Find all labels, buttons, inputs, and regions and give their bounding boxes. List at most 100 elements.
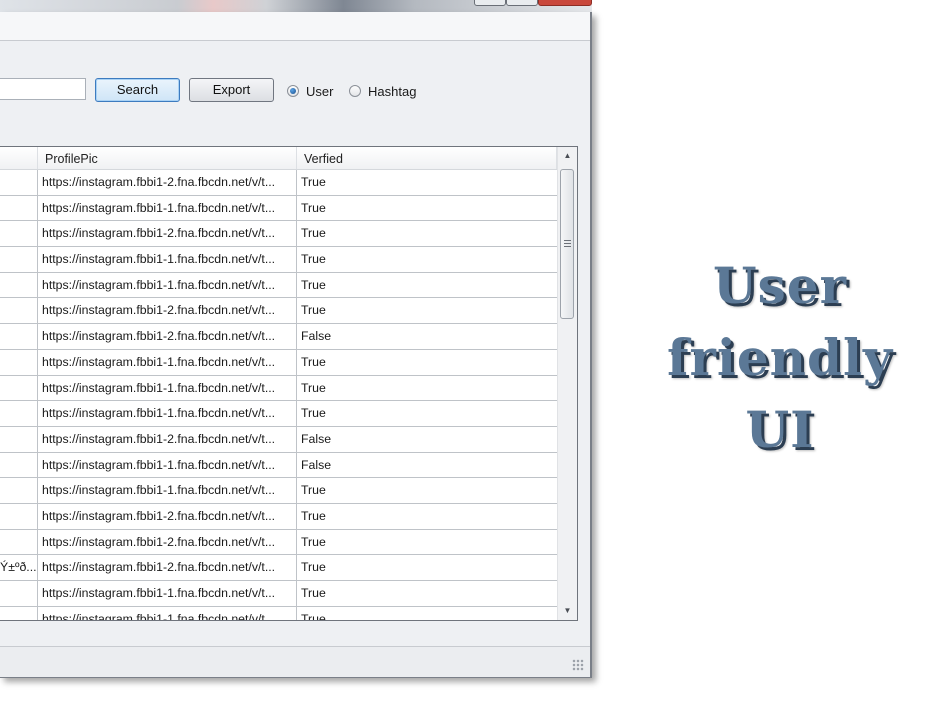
table-row[interactable]: https://instagram.fbbi1-1.fna.fbcdn.net/… xyxy=(0,247,557,273)
cell-profilepic[interactable]: https://instagram.fbbi1-1.fna.fbcdn.net/… xyxy=(38,478,297,503)
cell-profilepic[interactable]: https://instagram.fbbi1-2.fna.fbcdn.net/… xyxy=(38,426,297,452)
table-row[interactable]: https://instagram.fbbi1-1.fna.fbcdn.net/… xyxy=(0,581,557,607)
cell-profilepic[interactable]: https://instagram.fbbi1-1.fna.fbcdn.net/… xyxy=(38,452,297,478)
table-row[interactable]: https://instagram.fbbi1-1.fna.fbcdn.net/… xyxy=(0,452,557,479)
search-input[interactable] xyxy=(0,78,86,100)
table-row[interactable]: Ý±ºð... https://instagram.fbbi1-2.fna.fbc… xyxy=(0,555,557,581)
table-row[interactable]: https://instagram.fbbi1-2.fna.fbcdn.net/… xyxy=(0,170,557,196)
column-header-profilepic[interactable]: ProfilePic xyxy=(38,147,297,169)
cell-verified[interactable]: True xyxy=(297,196,557,221)
cell-profilepic[interactable]: https://instagram.fbbi1-1.fna.fbcdn.net/… xyxy=(38,247,297,272)
table-row[interactable]: https://instagram.fbbi1-2.fna.fbcdn.net/… xyxy=(0,298,557,325)
column-header-verified[interactable]: Verfied xyxy=(297,147,557,169)
cell-first[interactable] xyxy=(0,606,38,620)
cell-verified[interactable]: True xyxy=(297,401,557,426)
vertical-scrollbar[interactable]: ▲ ▼ xyxy=(557,147,577,620)
search-button[interactable]: Search xyxy=(95,78,180,102)
maximize-button[interactable] xyxy=(506,0,538,6)
cell-first[interactable] xyxy=(0,324,38,349)
cell-first[interactable] xyxy=(0,221,38,247)
table-row[interactable]: https://instagram.fbbi1-1.fna.fbcdn.net/… xyxy=(0,375,557,402)
cell-verified[interactable]: True xyxy=(297,376,557,401)
cell-first[interactable] xyxy=(0,272,38,298)
table-row[interactable]: https://instagram.fbbi1-1.fna.fbcdn.net/… xyxy=(0,272,557,299)
table-row[interactable]: https://instagram.fbbi1-2.fna.fbcdn.net/… xyxy=(0,426,557,453)
grid-rows: https://instagram.fbbi1-2.fna.fbcdn.net/… xyxy=(0,170,557,620)
results-grid[interactable]: ProfilePic Verfied https://instagram.fbb… xyxy=(0,146,578,621)
cell-profilepic[interactable]: https://instagram.fbbi1-1.fna.fbcdn.net/… xyxy=(38,375,297,401)
table-row[interactable]: https://instagram.fbbi1-2.fna.fbcdn.net/… xyxy=(0,503,557,530)
radio-hashtag[interactable] xyxy=(349,85,361,97)
column-header-first[interactable] xyxy=(0,147,38,169)
promo-line-2: friendly xyxy=(666,328,894,387)
cell-verified[interactable]: True xyxy=(297,350,557,375)
cell-profilepic[interactable]: https://instagram.fbbi1-2.fna.fbcdn.net/… xyxy=(38,298,297,324)
cell-first[interactable] xyxy=(0,298,38,324)
cell-first[interactable] xyxy=(0,375,38,401)
menu-bar xyxy=(0,12,590,41)
cell-profilepic[interactable]: https://instagram.fbbi1-1.fna.fbcdn.net/… xyxy=(38,195,297,221)
table-row[interactable]: https://instagram.fbbi1-1.fna.fbcdn.net/… xyxy=(0,195,557,222)
cell-profilepic[interactable]: https://instagram.fbbi1-2.fna.fbcdn.net/… xyxy=(38,503,297,529)
cell-verified[interactable]: True xyxy=(297,504,557,529)
table-row[interactable]: https://instagram.fbbi1-1.fna.fbcdn.net/… xyxy=(0,401,557,427)
cell-profilepic[interactable]: https://instagram.fbbi1-2.fna.fbcdn.net/… xyxy=(38,529,297,555)
radio-user[interactable] xyxy=(287,85,299,97)
promo-text: User friendly UI xyxy=(615,250,945,466)
cell-first[interactable]: Ý±ºð... xyxy=(0,555,38,580)
window-controls xyxy=(472,0,592,6)
minimize-button[interactable] xyxy=(474,0,506,6)
cell-verified[interactable]: True xyxy=(297,530,557,555)
cell-first[interactable] xyxy=(0,452,38,478)
radio-user-option[interactable]: User xyxy=(287,81,333,101)
cell-verified[interactable]: True xyxy=(297,298,557,323)
cell-first[interactable] xyxy=(0,581,38,606)
cell-first[interactable] xyxy=(0,401,38,426)
cell-verified[interactable]: True xyxy=(297,555,557,580)
cell-verified[interactable]: True xyxy=(297,273,557,298)
radio-hashtag-option[interactable]: Hashtag xyxy=(349,81,416,101)
table-row[interactable]: https://instagram.fbbi1-1.fna.fbcdn.net/… xyxy=(0,478,557,504)
export-button[interactable]: Export xyxy=(189,78,274,102)
cell-profilepic[interactable]: https://instagram.fbbi1-2.fna.fbcdn.net/… xyxy=(38,324,297,349)
cell-first[interactable] xyxy=(0,426,38,452)
scroll-down-arrow-icon[interactable]: ▼ xyxy=(558,602,577,620)
table-row[interactable]: https://instagram.fbbi1-2.fna.fbcdn.net/… xyxy=(0,529,557,556)
cell-verified[interactable]: True xyxy=(297,478,557,503)
cell-verified[interactable]: False xyxy=(297,453,557,478)
table-row[interactable]: https://instagram.fbbi1-1.fna.fbcdn.net/… xyxy=(0,349,557,376)
radio-user-label: User xyxy=(306,83,334,99)
window-titlebar xyxy=(0,0,592,12)
cell-verified[interactable]: True xyxy=(297,247,557,272)
cell-verified[interactable]: True xyxy=(297,581,557,606)
scroll-up-arrow-icon[interactable]: ▲ xyxy=(558,147,577,165)
cell-first[interactable] xyxy=(0,529,38,555)
table-row[interactable]: https://instagram.fbbi1-2.fna.fbcdn.net/… xyxy=(0,324,557,350)
cell-profilepic[interactable]: https://instagram.fbbi1-1.fna.fbcdn.net/… xyxy=(38,349,297,375)
cell-verified[interactable]: True xyxy=(297,607,557,620)
table-row[interactable]: https://instagram.fbbi1-2.fna.fbcdn.net/… xyxy=(0,221,557,248)
resize-grip-icon[interactable] xyxy=(572,659,584,671)
cell-first[interactable] xyxy=(0,349,38,375)
close-button[interactable] xyxy=(538,0,592,6)
cell-first[interactable] xyxy=(0,247,38,272)
cell-verified[interactable]: False xyxy=(297,324,557,349)
thumb-grip-icon xyxy=(564,240,571,247)
cell-profilepic[interactable]: https://instagram.fbbi1-2.fna.fbcdn.net/… xyxy=(38,170,297,195)
cell-first[interactable] xyxy=(0,195,38,221)
cell-verified[interactable]: True xyxy=(297,221,557,246)
cell-first[interactable] xyxy=(0,478,38,503)
cell-profilepic[interactable]: https://instagram.fbbi1-1.fna.fbcdn.net/… xyxy=(38,401,297,426)
grid-header: ProfilePic Verfied xyxy=(0,147,557,170)
table-row[interactable]: https://instagram.fbbi1-1.fna.fbcdn.net/… xyxy=(0,606,557,620)
cell-profilepic[interactable]: https://instagram.fbbi1-1.fna.fbcdn.net/… xyxy=(38,581,297,606)
cell-profilepic[interactable]: https://instagram.fbbi1-2.fna.fbcdn.net/… xyxy=(38,221,297,247)
cell-verified[interactable]: True xyxy=(297,170,557,195)
cell-first[interactable] xyxy=(0,503,38,529)
cell-verified[interactable]: False xyxy=(297,427,557,452)
scrollbar-thumb[interactable] xyxy=(560,169,574,319)
cell-first[interactable] xyxy=(0,170,38,195)
cell-profilepic[interactable]: https://instagram.fbbi1-1.fna.fbcdn.net/… xyxy=(38,272,297,298)
cell-profilepic[interactable]: https://instagram.fbbi1-1.fna.fbcdn.net/… xyxy=(38,606,297,620)
cell-profilepic[interactable]: https://instagram.fbbi1-2.fna.fbcdn.net/… xyxy=(38,555,297,580)
